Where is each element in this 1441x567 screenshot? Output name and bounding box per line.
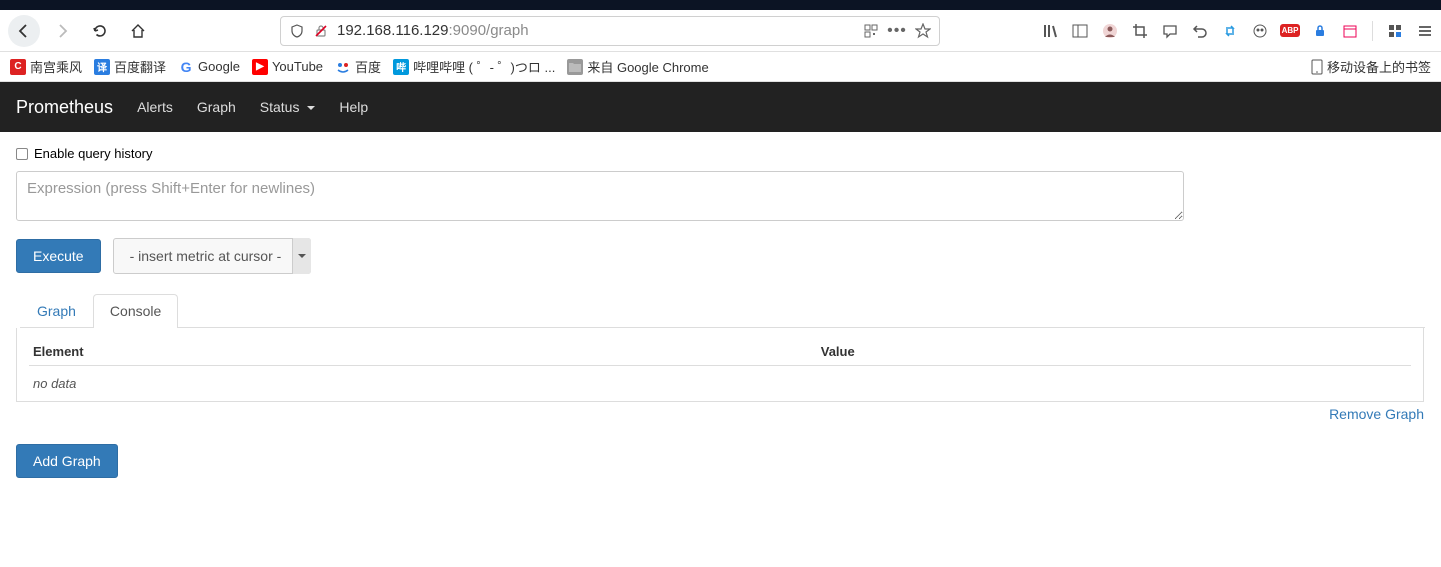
avatar-icon[interactable] — [1102, 23, 1118, 39]
forward-button[interactable] — [46, 15, 78, 47]
lock-icon[interactable] — [1312, 23, 1328, 39]
execute-button[interactable]: Execute — [16, 239, 101, 273]
nav-alerts[interactable]: Alerts — [137, 99, 173, 115]
console-panel: Element Value no data — [16, 328, 1424, 402]
qr-icon[interactable] — [863, 23, 879, 39]
checkbox-icon — [16, 148, 28, 160]
metric-select[interactable]: - insert metric at cursor - — [113, 238, 311, 274]
mobile-bookmarks[interactable]: 移动设备上的书签 — [1311, 57, 1431, 76]
library-icon[interactable] — [1042, 23, 1058, 39]
menu-icon[interactable] — [1417, 23, 1433, 39]
col-element: Element — [29, 338, 817, 366]
retweet-icon[interactable] — [1222, 23, 1238, 39]
expression-input[interactable] — [16, 171, 1184, 221]
prometheus-navbar: Prometheus Alerts Graph Status Help — [0, 82, 1441, 132]
nav-graph[interactable]: Graph — [197, 99, 236, 115]
crop-icon[interactable] — [1132, 23, 1148, 39]
enable-history-checkbox[interactable]: Enable query history — [16, 146, 1425, 161]
chat-icon[interactable] — [1162, 23, 1178, 39]
browser-tabs-strip — [0, 0, 1441, 10]
abp-icon[interactable]: ABP — [1282, 23, 1298, 39]
home-button[interactable] — [122, 15, 154, 47]
gift-icon[interactable] — [1387, 23, 1403, 39]
bookmark-item[interactable]: GGoogle — [178, 59, 240, 75]
brand[interactable]: Prometheus — [16, 97, 113, 118]
enable-history-label: Enable query history — [34, 146, 153, 161]
browser-toolbar: 192.168.116.129:9090/graph ••• ABP — [0, 10, 1441, 52]
undo-icon[interactable] — [1192, 23, 1208, 39]
add-graph-button[interactable]: Add Graph — [16, 444, 118, 478]
bookmarks-bar: C南宫乘风 译百度翻译 GGoogle ▶YouTube 百度 哔哔哩哔哩 ( … — [0, 52, 1441, 82]
bookmark-item[interactable]: 哔哔哩哔哩 ( ゜- ゜)つロ ... — [393, 57, 555, 76]
url-text: 192.168.116.129:9090/graph — [337, 22, 855, 39]
sidebar-icon[interactable] — [1072, 23, 1088, 39]
shield-icon — [289, 23, 305, 39]
tab-console[interactable]: Console — [93, 294, 178, 328]
bookmark-item[interactable]: C南宫乘风 — [10, 57, 82, 76]
bookmark-item[interactable]: 译百度翻译 — [94, 57, 166, 76]
more-actions-icon[interactable]: ••• — [889, 23, 905, 39]
address-bar[interactable]: 192.168.116.129:9090/graph ••• — [280, 16, 940, 46]
owl-icon[interactable] — [1252, 23, 1268, 39]
separator — [1372, 21, 1373, 41]
caret-down-icon — [307, 106, 315, 110]
back-button[interactable] — [8, 15, 40, 47]
calendar-icon[interactable] — [1342, 23, 1358, 39]
bookmark-star-icon[interactable] — [915, 23, 931, 39]
bookmark-item[interactable]: 百度 — [335, 57, 381, 76]
nav-help[interactable]: Help — [339, 99, 368, 115]
nav-status[interactable]: Status — [260, 99, 316, 115]
console-table: Element Value no data — [29, 338, 1411, 395]
no-data-cell: no data — [29, 366, 1411, 396]
page-content: Enable query history Execute - insert me… — [0, 132, 1441, 492]
bookmark-item[interactable]: ▶YouTube — [252, 59, 323, 75]
result-tabs: Graph Console — [20, 294, 1425, 328]
col-value: Value — [817, 338, 1411, 366]
remove-graph-link[interactable]: Remove Graph — [16, 406, 1424, 422]
tab-graph[interactable]: Graph — [20, 294, 93, 327]
bookmark-folder[interactable]: 来自 Google Chrome — [567, 57, 708, 76]
reload-button[interactable] — [84, 15, 116, 47]
table-row: no data — [29, 366, 1411, 396]
lock-insecure-icon — [313, 23, 329, 39]
